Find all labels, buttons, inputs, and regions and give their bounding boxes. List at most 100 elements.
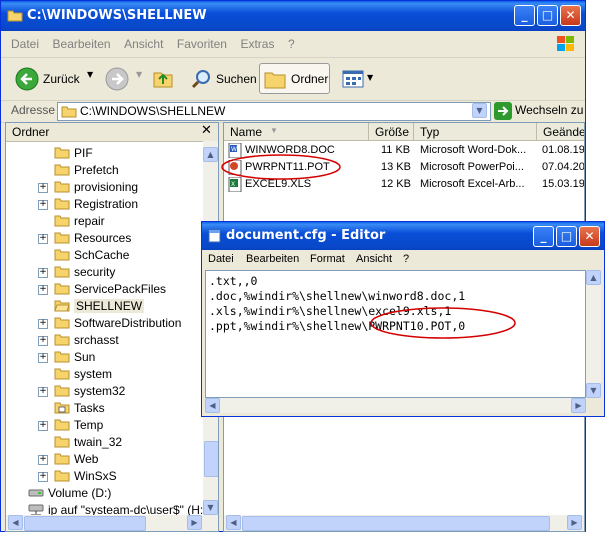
expand-plus-icon[interactable]: + [38, 319, 48, 329]
expand-plus-icon[interactable]: + [38, 421, 48, 431]
column-size[interactable]: Größe [369, 123, 414, 141]
notepad-minimize-button[interactable]: _ [533, 226, 554, 247]
tree-item-twain32[interactable]: twain_32 [6, 434, 206, 451]
expand-plus-icon[interactable]: + [38, 387, 48, 397]
folders-button[interactable]: Ordner [259, 63, 330, 94]
expand-plus-icon[interactable]: + [38, 285, 48, 295]
tree-item-resources[interactable]: + Resources [6, 230, 206, 247]
expand-plus-icon[interactable]: + [38, 353, 48, 363]
menu-ansicht[interactable]: Ansicht [356, 253, 392, 265]
expand-plus-icon[interactable]: + [38, 200, 48, 210]
file-list-hscrollbar[interactable]: ◀ ▶ [224, 515, 584, 531]
back-button[interactable]: Zurück [11, 66, 86, 92]
menu-datei[interactable]: Datei [208, 253, 234, 265]
tree-item-system32[interactable]: + system32 [6, 383, 206, 400]
scroll-up-icon[interactable]: ▲ [203, 147, 218, 162]
menu-extras[interactable]: Extras [240, 37, 274, 51]
column-type[interactable]: Typ [414, 123, 537, 141]
expand-plus-icon[interactable]: + [38, 183, 48, 193]
tree-item-registration[interactable]: + Registration [6, 196, 206, 213]
tree-item-volume-d[interactable]: Volume (D:) [6, 485, 180, 502]
scroll-right-icon[interactable]: ▶ [187, 515, 202, 530]
notepad-close-button[interactable]: ✕ [579, 226, 600, 247]
scroll-thumb[interactable] [204, 441, 218, 477]
maximize-button[interactable]: □ [537, 5, 558, 26]
go-button[interactable]: Wechseln zu [515, 103, 583, 117]
folder-icon [54, 283, 70, 295]
views-icon [342, 70, 364, 88]
tree-item-srchasst[interactable]: + srchasst [6, 332, 206, 349]
notepad-icon [208, 229, 221, 243]
menu-favoriten[interactable]: Favoriten [177, 37, 227, 51]
tree-item-label: twain_32 [74, 435, 123, 449]
scroll-right-icon[interactable]: ▶ [567, 515, 582, 530]
tree-item-repair[interactable]: repair [6, 213, 206, 230]
tree-item-softwaredistribution[interactable]: + SoftwareDistribution [6, 315, 206, 332]
expand-plus-icon[interactable]: + [38, 268, 48, 278]
notepad-hscrollbar[interactable]: ◀ ▶ [205, 398, 586, 413]
tree-item-schcache[interactable]: SchCache [6, 247, 206, 264]
views-button[interactable]: ▼ [342, 68, 376, 90]
address-dropdown-icon[interactable]: ▼ [472, 103, 487, 118]
scroll-down-icon[interactable]: ▼ [586, 383, 601, 398]
window-title: C:\WINDOWS\SHELLNEW [27, 8, 207, 23]
notepad-title-bar[interactable]: document.cfg - Editor _ □ ✕ [202, 222, 604, 250]
folder-pane-close-icon[interactable]: ✕ [201, 123, 212, 138]
tree-item-servicepackfiles[interactable]: + ServicePackFiles [6, 281, 206, 298]
close-button[interactable]: ✕ [560, 5, 581, 26]
tree-item-winsxs[interactable]: + WinSxS [6, 468, 206, 485]
tree-item-prefetch[interactable]: Prefetch [6, 162, 206, 179]
notepad-maximize-button[interactable]: □ [556, 226, 577, 247]
go-arrow-icon[interactable] [494, 102, 512, 120]
minimize-button[interactable]: _ [514, 5, 535, 26]
column-label: Geänder [543, 125, 584, 139]
menu-bearbeiten[interactable]: Bearbeiten [246, 253, 299, 265]
file-type: Microsoft Word-Dok... [420, 144, 527, 156]
tree-item-label: Volume (D:) [48, 486, 112, 500]
expand-plus-icon[interactable]: + [38, 472, 48, 482]
search-button[interactable]: Suchen [186, 65, 257, 93]
folder-icon [54, 164, 70, 176]
folder-tree-hscrollbar[interactable]: ◀ ▶ [6, 515, 218, 531]
scroll-up-icon[interactable]: ▲ [586, 270, 601, 285]
column-name[interactable]: Name ▼ [224, 123, 369, 141]
folder-up-icon[interactable] [152, 67, 174, 89]
tree-item-shellnew[interactable]: SHELLNEW [6, 298, 206, 315]
menu-datei[interactable]: Datei [11, 37, 39, 51]
notepad-vscrollbar[interactable]: ▲ ▼ [586, 270, 601, 398]
menu-bearbeiten[interactable]: Bearbeiten [53, 37, 111, 51]
tree-item-security[interactable]: + security [6, 264, 206, 281]
menu-help[interactable]: ? [403, 253, 409, 265]
tree-item-label: Resources [74, 231, 132, 245]
tree-item-sun[interactable]: + Sun [6, 349, 206, 366]
scroll-thumb[interactable] [242, 516, 550, 531]
column-modified[interactable]: Geänder [537, 123, 584, 141]
tree-item-web[interactable]: + Web [6, 451, 206, 468]
back-dropdown-icon[interactable]: ▼ [87, 70, 93, 79]
tree-item-system[interactable]: system [6, 366, 206, 383]
search-label: Suchen [216, 72, 257, 86]
tree-item-tasks[interactable]: Tasks [6, 400, 206, 417]
menu-ansicht[interactable]: Ansicht [124, 37, 163, 51]
explorer-title-bar[interactable]: C:\WINDOWS\SHELLNEW _ □ ✕ [1, 1, 585, 31]
tree-item-temp[interactable]: + Temp [6, 417, 206, 434]
scroll-left-icon[interactable]: ◀ [205, 398, 220, 413]
forward-arrow-icon[interactable] [105, 67, 129, 91]
scroll-right-icon[interactable]: ▶ [571, 398, 586, 413]
tree-item-provisioning[interactable]: + provisioning [6, 179, 206, 196]
folder-icon [54, 181, 70, 193]
scroll-left-icon[interactable]: ◀ [8, 515, 23, 530]
scroll-thumb[interactable] [24, 516, 146, 531]
expand-plus-icon[interactable]: + [38, 336, 48, 346]
address-field[interactable]: C:\WINDOWS\SHELLNEW ▼ [57, 102, 491, 121]
scroll-left-icon[interactable]: ◀ [226, 515, 241, 530]
sort-arrow-icon: ▼ [270, 126, 278, 135]
menu-format[interactable]: Format [310, 253, 345, 265]
expand-plus-icon[interactable]: + [38, 455, 48, 465]
folder-icon [54, 334, 70, 346]
menu-help[interactable]: ? [288, 37, 295, 51]
scroll-down-icon[interactable]: ▼ [203, 500, 218, 515]
tree-item-pif[interactable]: PIF [6, 145, 206, 162]
forward-dropdown-icon[interactable]: ▼ [136, 70, 142, 79]
expand-plus-icon[interactable]: + [38, 234, 48, 244]
